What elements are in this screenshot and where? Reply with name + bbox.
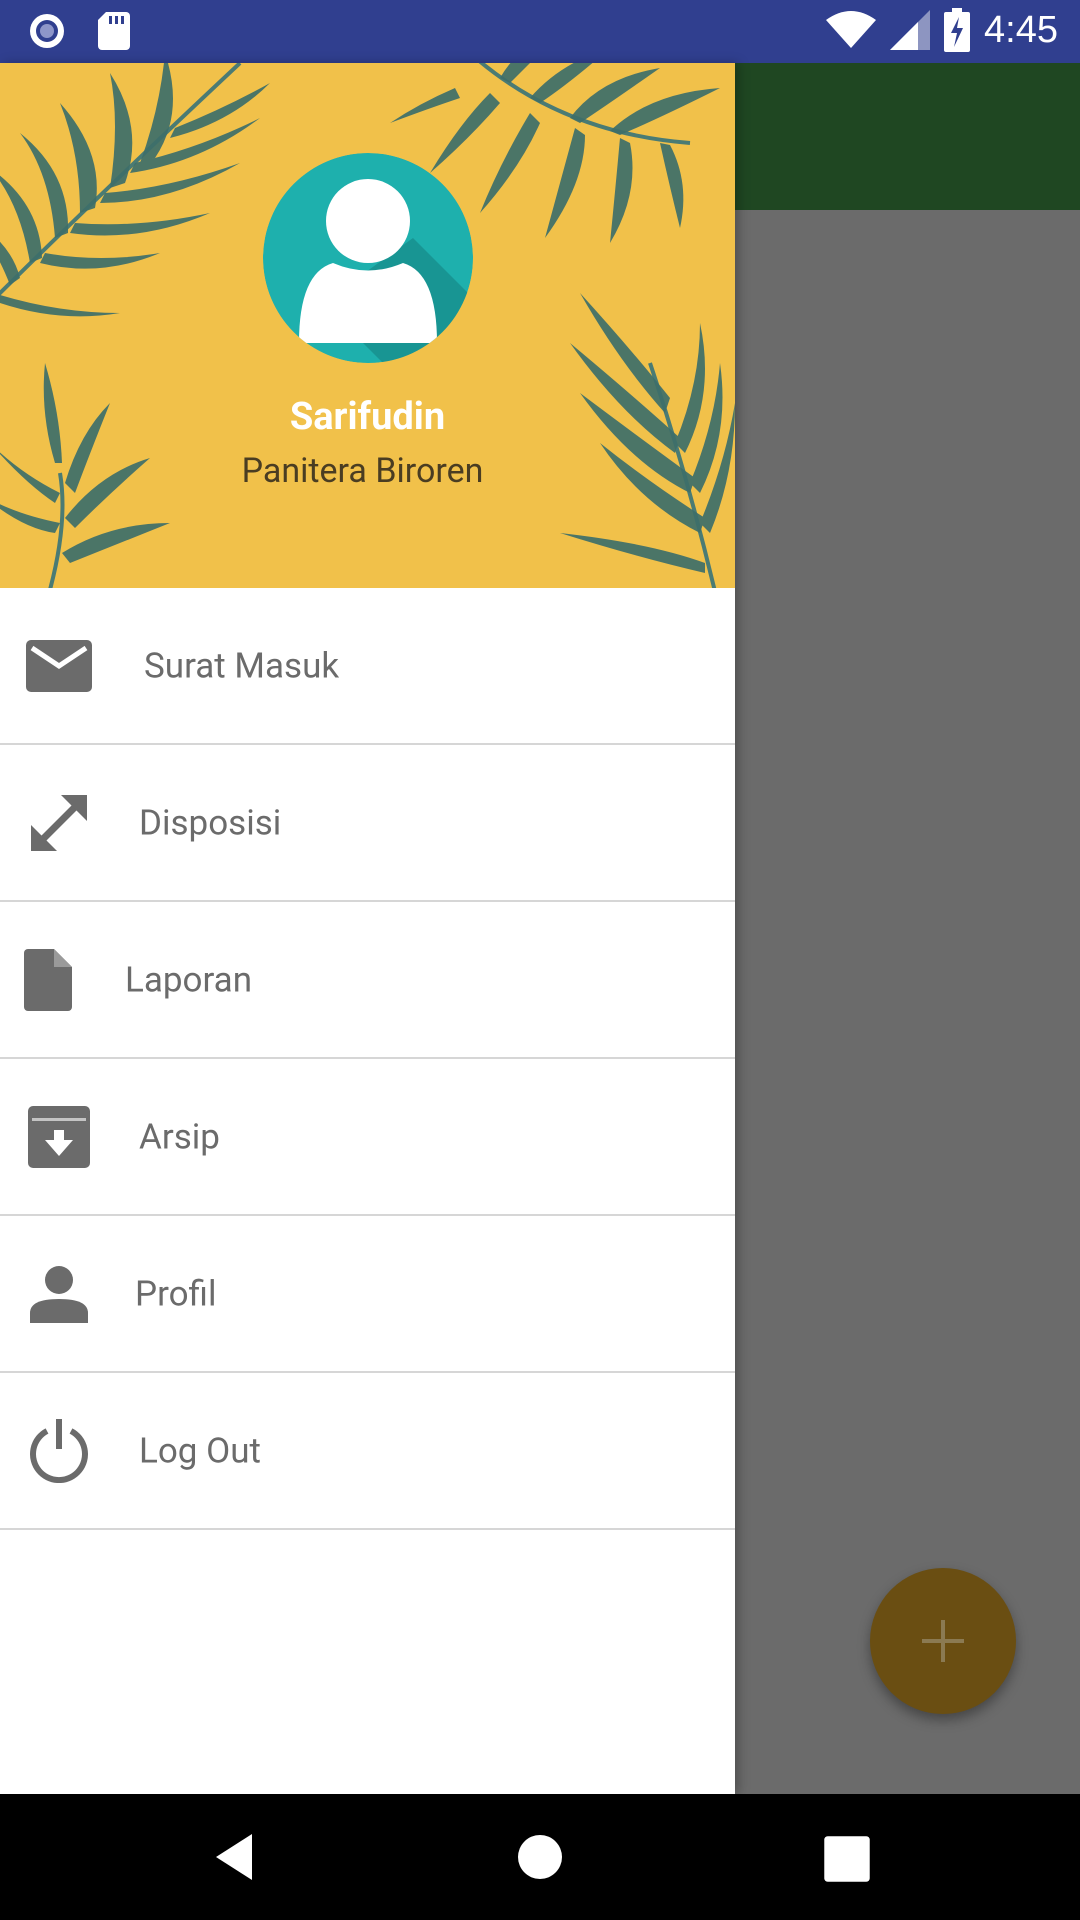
document-icon bbox=[24, 945, 94, 1015]
home-icon[interactable] bbox=[515, 1832, 565, 1882]
archive-icon bbox=[24, 1102, 94, 1172]
add-fab-button[interactable] bbox=[870, 1568, 1016, 1714]
wifi-icon bbox=[826, 11, 877, 48]
menu-item-surat-masuk[interactable]: Surat Masuk bbox=[0, 588, 735, 745]
avatar[interactable] bbox=[263, 153, 473, 363]
menu-item-log-out[interactable]: Log Out bbox=[0, 1373, 735, 1530]
recents-icon[interactable] bbox=[822, 1834, 872, 1884]
navigation-drawer: Sarifudin Panitera Biroren Surat Masuk D… bbox=[0, 63, 735, 1794]
person-icon bbox=[24, 1259, 94, 1329]
back-icon[interactable] bbox=[212, 1832, 262, 1882]
record-icon bbox=[30, 14, 64, 48]
user-avatar-icon bbox=[263, 153, 473, 363]
menu-label: Surat Masuk bbox=[144, 645, 340, 686]
menu-item-disposisi[interactable]: Disposisi bbox=[0, 745, 735, 902]
user-role: Panitera Biroren bbox=[241, 451, 484, 491]
menu-label: Disposisi bbox=[139, 802, 282, 843]
expand-arrows-icon bbox=[24, 788, 94, 858]
menu-label: Laporan bbox=[125, 959, 253, 1000]
menu-label: Arsip bbox=[139, 1116, 220, 1157]
user-name: Sarifudin bbox=[289, 395, 446, 439]
system-navigation-bar bbox=[0, 1794, 1080, 1920]
menu-label: Profil bbox=[135, 1273, 217, 1314]
menu-item-arsip[interactable]: Arsip bbox=[0, 1059, 735, 1216]
status-bar: 4:45 bbox=[0, 0, 1080, 63]
status-time: 4:45 bbox=[984, 8, 1058, 51]
menu-item-profil[interactable]: Profil bbox=[0, 1216, 735, 1373]
signal-icon bbox=[890, 10, 931, 50]
drawer-header: Sarifudin Panitera Biroren bbox=[0, 63, 735, 588]
sd-card-icon bbox=[98, 12, 130, 50]
battery-charging-icon bbox=[944, 8, 971, 52]
menu-label: Log Out bbox=[139, 1430, 261, 1471]
plus-icon bbox=[922, 1620, 964, 1662]
power-icon bbox=[24, 1416, 94, 1486]
drawer-menu: Surat Masuk Disposisi Laporan Arsip Prof… bbox=[0, 588, 735, 1530]
mail-icon bbox=[24, 631, 94, 701]
menu-item-laporan[interactable]: Laporan bbox=[0, 902, 735, 1059]
